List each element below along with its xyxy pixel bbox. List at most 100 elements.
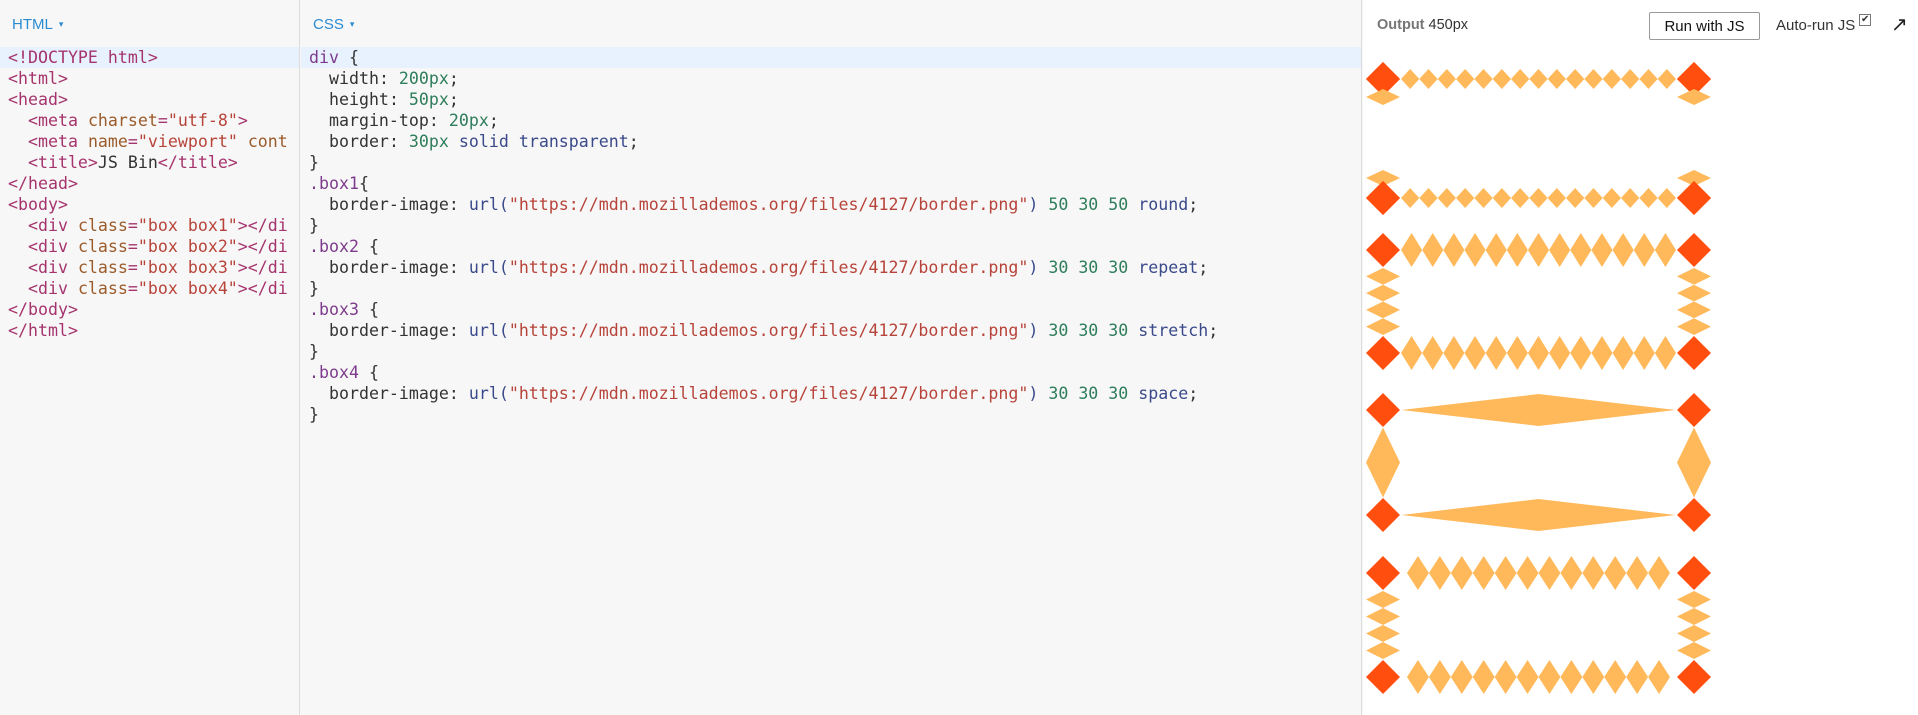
border-edge-diamond [1366, 301, 1400, 319]
code-line[interactable]: .box1{ [301, 173, 1361, 194]
css-code-editor[interactable]: div { width: 200px; height: 50px; margin… [301, 47, 1361, 425]
code-token: { [358, 300, 379, 319]
border-edge-diamond [1464, 336, 1486, 370]
html-editor-panel[interactable]: HTML ▾ <!DOCTYPE html> <html> <head> <meta… [0, 0, 300, 715]
code-line[interactable]: border-image: url("https://mdn.mozillade… [301, 257, 1361, 278]
border-edge-diamond [1437, 188, 1456, 208]
code-token: : [388, 90, 409, 109]
code-token: ></di [237, 216, 288, 235]
border-corner-diamond [1677, 556, 1711, 590]
border-edge-diamond [1516, 660, 1539, 694]
code-line[interactable]: <!DOCTYPE html> [0, 47, 299, 68]
code-line[interactable]: } [301, 404, 1361, 425]
code-line[interactable]: <div class="box box1"></di [0, 215, 299, 236]
code-token: </body> [8, 300, 78, 319]
code-line[interactable]: width: 200px; [301, 68, 1361, 89]
code-line[interactable]: <meta charset="utf-8"> [0, 110, 299, 131]
code-line[interactable]: } [301, 341, 1361, 362]
border-edge-diamond [1604, 660, 1627, 694]
code-token: div [309, 48, 339, 67]
code-line[interactable]: .box4 { [301, 362, 1361, 383]
border-edge-diamond [1492, 188, 1511, 208]
border-edge-diamond [1366, 89, 1400, 105]
code-line[interactable]: } [301, 152, 1361, 173]
border-edge-diamond [1407, 660, 1429, 694]
code-line[interactable]: } [301, 278, 1361, 299]
code-token: margin-top [328, 111, 429, 130]
border-corner-diamond [1366, 336, 1400, 370]
border-edge-diamond [1474, 69, 1493, 89]
code-token: .box4 [309, 363, 359, 382]
code-token: height [328, 90, 389, 109]
code-token: round [1138, 195, 1189, 214]
code-line[interactable]: <head> [0, 89, 299, 110]
code-line[interactable]: <div class="box box3"></di [0, 257, 299, 278]
code-line[interactable]: border: 30px solid transparent; [301, 131, 1361, 152]
border-edge-diamond [1366, 642, 1400, 659]
border-edge-diamond [1677, 268, 1711, 285]
border-edge-diamond [1428, 660, 1451, 694]
code-token: 30 [1078, 195, 1099, 214]
code-token: > [237, 111, 248, 130]
border-edge-diamond [1529, 188, 1548, 208]
border-edge-diamond [1677, 284, 1711, 302]
css-panel-tab[interactable]: CSS ▾ [313, 16, 354, 33]
code-token: <div [27, 216, 78, 235]
border-edge-diamond [1591, 336, 1613, 370]
code-token: ; [1208, 321, 1219, 340]
border-edge-diamond [1538, 556, 1561, 590]
code-line[interactable]: margin-top: 20px; [301, 110, 1361, 131]
border-edge-diamond [1677, 608, 1711, 625]
code-line[interactable]: border-image: url("https://mdn.mozillade… [301, 194, 1361, 215]
border-edge-diamond [1547, 69, 1566, 89]
code-line[interactable]: border-image: url("https://mdn.mozillade… [301, 320, 1361, 341]
code-line[interactable]: <meta name="viewport" cont [0, 131, 299, 152]
border-edge-diamond [1584, 69, 1603, 89]
code-line[interactable]: <html> [0, 68, 299, 89]
border-edge-diamond [1657, 69, 1676, 89]
code-line[interactable]: border-image: url("https://mdn.mozillade… [301, 383, 1361, 404]
chevron-down-icon: ▾ [349, 19, 355, 29]
code-line[interactable]: .box2 { [301, 236, 1361, 257]
code-line[interactable]: <body> [0, 194, 299, 215]
border-edge-diamond [1456, 188, 1475, 208]
border-edge-diamond [1511, 188, 1530, 208]
border-edge-diamond [1494, 556, 1517, 590]
border-corner-diamond [1366, 556, 1400, 590]
code-line[interactable]: </body> [0, 299, 299, 320]
html-code-editor[interactable]: <!DOCTYPE html> <html> <head> <meta charse… [0, 47, 299, 341]
code-token: "https://mdn.mozillademos.org/files/4127… [508, 321, 1029, 340]
css-editor-panel[interactable]: CSS ▾ div { width: 200px; height: 50px; … [301, 0, 1362, 715]
code-token: class [77, 258, 128, 277]
code-token: } [309, 216, 319, 235]
code-token: : [378, 69, 399, 88]
code-line[interactable]: <title>JS Bin</title> [0, 152, 299, 173]
code-token: ) [1028, 384, 1039, 403]
code-line[interactable]: </html> [0, 320, 299, 341]
code-line[interactable]: .box3 { [301, 299, 1361, 320]
code-token: <body> [8, 195, 68, 214]
code-line[interactable]: div { [301, 47, 1361, 68]
code-line[interactable]: <div class="box box4"></di [0, 278, 299, 299]
code-token: = [127, 279, 138, 298]
code-line[interactable]: <div class="box box2"></di [0, 236, 299, 257]
border-edge-diamond [1677, 427, 1711, 498]
code-line[interactable]: height: 50px; [301, 89, 1361, 110]
code-line[interactable]: } [301, 215, 1361, 236]
html-panel-tab[interactable]: HTML ▾ [12, 16, 63, 33]
border-edge-diamond [1366, 608, 1400, 625]
code-token: .box3 [309, 300, 359, 319]
border-edge-diamond [1612, 233, 1634, 267]
border-edge-diamond [1621, 69, 1640, 89]
code-line[interactable]: </head> [0, 173, 299, 194]
border-corner-diamond [1677, 233, 1711, 267]
